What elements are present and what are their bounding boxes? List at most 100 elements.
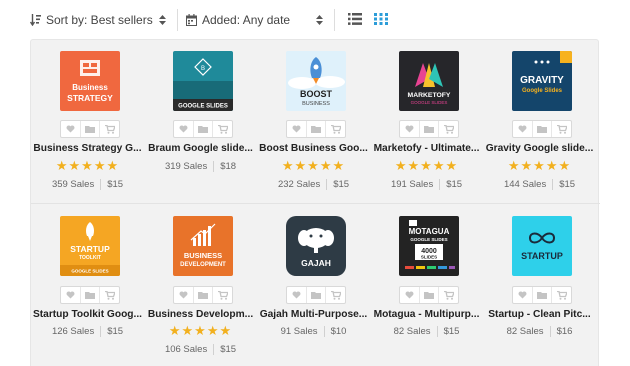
product-title[interactable]: Business Strategy G... [31,143,144,154]
toolbar-divider [177,9,178,31]
thumb-line1: GRAVITY [520,75,564,86]
product-title[interactable]: Gajah Multi-Purpose... [257,309,370,320]
product-thumbnail[interactable]: B GOOGLE SLIDES [173,51,233,111]
star-rating: ★★★★★ [55,158,120,173]
product-title[interactable]: Boost Business Goo... [257,143,370,154]
thumb-line2: TOOLKIT [79,255,101,261]
sales-count: 144 Sales [504,179,554,190]
collection-button[interactable] [420,287,440,303]
product-thumbnail[interactable]: STARTUP [512,216,572,276]
folder-icon [311,126,321,133]
product-thumbnail[interactable]: MOTAGUA GOOGLE SLIDES 4000 SLIDES [399,216,459,276]
action-bar [512,120,572,138]
thumb-line2: DEVELOPMENT [180,262,226,268]
product-title[interactable]: Marketofy - Ultimate... [370,143,483,154]
favorite-button[interactable] [513,287,533,303]
product-thumbnail[interactable]: BOOST BUSINESS [286,51,346,111]
star-rating: ★★★★★ [394,158,459,173]
collection-button[interactable] [81,121,101,137]
star-rating: ★★★★★ [507,158,572,173]
product-thumbnail[interactable]: BUSINESS DEVELOPMENT [173,216,233,276]
sales-count: 91 Sales [281,326,325,337]
product-thumbnail[interactable]: GAJAH [286,216,346,276]
favorite-button[interactable] [287,287,307,303]
price: $15 [107,326,124,337]
favorite-button[interactable] [61,287,81,303]
thumb-line1: Business [72,83,108,92]
product-card[interactable]: MOTAGUA GOOGLE SLIDES 4000 SLIDES Motagu… [370,204,483,364]
collection-button[interactable] [307,287,327,303]
star-rating: ★★★★★ [168,323,233,338]
list-view-icon[interactable] [348,12,362,26]
price: $15 [446,179,463,190]
action-bar [286,120,346,138]
product-thumbnail[interactable]: Business STRATEGY [60,51,120,111]
product-card[interactable]: GAJAH Gajah Multi-Purpose... 91 Sales $1… [257,204,370,364]
product-title[interactable]: Motagua - Multipurp... [370,309,483,320]
product-stats: 359 Sales $15 [31,179,144,190]
calendar-icon [186,14,197,26]
cart-button[interactable] [100,287,119,303]
product-title[interactable]: Gravity Google slide... [483,143,596,154]
product-thumbnail[interactable]: MARKETOFY GOOGLE SLIDES [399,51,459,111]
product-card[interactable]: B GOOGLE SLIDES Braum Google slide... 31… [144,40,257,200]
favorite-button[interactable] [61,121,81,137]
product-card[interactable]: BOOST BUSINESS Boost Business Goo... ★★★… [257,40,370,200]
thumb-line2: GOOGLE SLIDES [411,100,448,105]
product-title[interactable]: Startup Toolkit Goog... [31,309,144,320]
cart-button[interactable] [326,287,345,303]
cart-button[interactable] [552,287,571,303]
collection-button[interactable] [194,121,214,137]
collection-button[interactable] [194,287,214,303]
price: $15 [107,179,124,190]
product-card[interactable]: BUSINESS DEVELOPMENT Business Developm..… [144,204,257,364]
date-filter-dropdown[interactable]: Added: Any date [186,11,290,29]
product-stats: 144 Sales $15 [483,179,596,190]
product-card[interactable]: STARTUP Startup - Clean Pitc... 82 Sales… [483,204,596,364]
heart-icon [518,291,527,299]
product-title[interactable]: Braum Google slide... [144,143,257,154]
favorite-button[interactable] [400,121,420,137]
product-card[interactable]: GRAVITY Google Slides Gravity Google sli… [483,40,596,200]
sort-dropdown[interactable]: Sort by: Best sellers [30,11,153,29]
heart-icon [292,291,301,299]
sales-count: 82 Sales [507,326,551,337]
thumb-line1: BOOST [300,89,333,99]
cart-button[interactable] [439,121,458,137]
product-stats: 191 Sales $15 [370,179,483,190]
product-card[interactable]: MARKETOFY GOOGLE SLIDES Marketofy - Ulti… [370,40,483,200]
collection-button[interactable] [307,121,327,137]
cart-button[interactable] [326,121,345,137]
product-title[interactable]: Startup - Clean Pitc... [483,309,596,320]
favorite-button[interactable] [400,287,420,303]
product-thumbnail[interactable]: STARTUP TOOLKIT GOOGLE SLIDES [60,216,120,276]
cart-button[interactable] [439,287,458,303]
collection-button[interactable] [533,121,553,137]
collection-button[interactable] [81,287,101,303]
product-card[interactable]: STARTUP TOOLKIT GOOGLE SLIDES Startup To… [31,204,144,364]
thumb-line1: GOOGLE SLIDES [178,104,228,110]
favorite-button[interactable] [174,287,194,303]
thumb-line2: BUSINESS [302,101,330,107]
favorite-button[interactable] [174,121,194,137]
cart-button[interactable] [552,121,571,137]
product-card[interactable]: Business STRATEGY Business Strategy G...… [31,40,144,200]
collection-button[interactable] [533,287,553,303]
cart-icon [104,290,115,300]
cart-icon [217,124,228,134]
cart-button[interactable] [213,121,232,137]
product-thumbnail[interactable]: GRAVITY Google Slides [512,51,572,111]
sales-count: 106 Sales [165,344,215,355]
product-stats: 91 Sales $10 [257,326,370,337]
cart-button[interactable] [100,121,119,137]
cart-button[interactable] [213,287,232,303]
product-title[interactable]: Business Developm... [144,309,257,320]
sales-count: 359 Sales [52,179,102,190]
favorite-button[interactable] [287,121,307,137]
grid-view-icon[interactable] [374,12,388,26]
sort-icon [30,14,41,26]
folder-icon [85,292,95,299]
product-stats: 126 Sales $15 [31,326,144,337]
collection-button[interactable] [420,121,440,137]
favorite-button[interactable] [513,121,533,137]
